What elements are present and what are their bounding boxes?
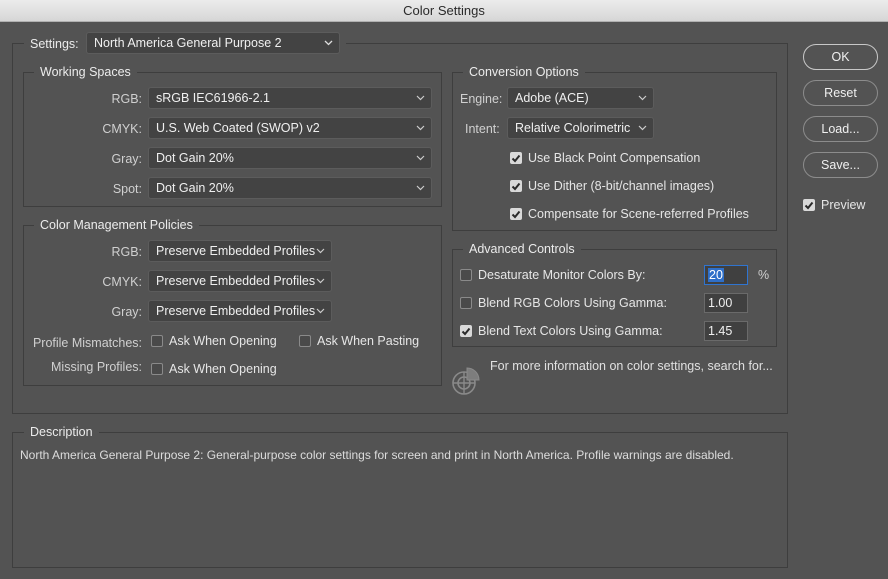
chevron-down-icon — [638, 119, 648, 137]
checkmark-icon — [511, 154, 521, 162]
black-point-checkbox[interactable]: Use Black Point Compensation — [510, 150, 700, 166]
dither-label: Use Dither (8-bit/channel images) — [528, 179, 715, 193]
window-title: Color Settings — [403, 3, 485, 18]
settings-label: Settings: — [30, 37, 79, 51]
ws-rgb-select[interactable]: sRGB IEC61966-2.1 — [148, 87, 432, 109]
checkmark-icon — [461, 327, 471, 335]
chevron-down-icon — [316, 242, 326, 260]
chevron-down-icon — [638, 89, 648, 107]
checkbox-box[interactable] — [510, 180, 522, 192]
chevron-down-icon — [316, 302, 326, 320]
title-bar: Color Settings — [0, 0, 888, 22]
reset-button[interactable]: Reset — [803, 80, 878, 106]
engine-select[interactable]: Adobe (ACE) — [507, 87, 654, 109]
blend-rgb-label: Blend RGB Colors Using Gamma: — [478, 296, 667, 310]
policy-gray-select[interactable]: Preserve Embedded Profiles — [148, 300, 332, 322]
load-button[interactable]: Load... — [803, 116, 878, 142]
working-spaces-title: Working Spaces — [34, 64, 137, 80]
blend-text-input[interactable]: 1.45 — [704, 321, 748, 341]
mismatch-ask-opening-label: Ask When Opening — [169, 334, 277, 348]
description-title: Description — [24, 424, 99, 440]
ws-cmyk-value: U.S. Web Coated (SWOP) v2 — [156, 121, 320, 135]
settings-select-value: North America General Purpose 2 — [94, 36, 282, 50]
blend-text-label: Blend Text Colors Using Gamma: — [478, 324, 663, 338]
missing-ask-opening-checkbox[interactable]: Ask When Opening — [151, 361, 277, 377]
mismatch-ask-pasting-label: Ask When Pasting — [317, 334, 420, 348]
chevron-down-icon — [416, 179, 426, 197]
ws-gray-select[interactable]: Dot Gain 20% — [148, 147, 432, 169]
engine-value: Adobe (ACE) — [515, 91, 589, 105]
desaturate-input[interactable]: 20 — [704, 265, 748, 285]
ws-cmyk-select[interactable]: U.S. Web Coated (SWOP) v2 — [148, 117, 432, 139]
desaturate-value: 20 — [708, 268, 724, 282]
missing-profiles-label: Missing Profiles: — [51, 360, 142, 374]
ws-rgb-value: sRGB IEC61966-2.1 — [156, 91, 270, 105]
black-point-label: Use Black Point Compensation — [528, 151, 701, 165]
policy-rgb-value: Preserve Embedded Profiles — [156, 244, 316, 258]
advanced-title: Advanced Controls — [463, 241, 581, 257]
chevron-down-icon — [416, 149, 426, 167]
desaturate-checkbox[interactable]: Desaturate Monitor Colors By: — [460, 267, 645, 283]
chevron-down-icon — [316, 272, 326, 290]
checkbox-box[interactable] — [460, 269, 472, 281]
policy-cmyk-label: CMYK: — [102, 275, 142, 289]
policy-cmyk-select[interactable]: Preserve Embedded Profiles — [148, 270, 332, 292]
color-settings-info-icon[interactable] — [451, 366, 481, 396]
missing-ask-opening-label: Ask When Opening — [169, 362, 277, 376]
chevron-down-icon — [324, 34, 334, 52]
ws-cmyk-label: CMYK: — [102, 122, 142, 136]
checkbox-box[interactable] — [803, 199, 815, 211]
checkbox-box[interactable] — [460, 325, 472, 337]
percent-unit: % — [758, 268, 770, 282]
checkbox-box[interactable] — [510, 208, 522, 220]
ws-spot-value: Dot Gain 20% — [156, 181, 234, 195]
settings-select[interactable]: North America General Purpose 2 — [86, 32, 340, 54]
ws-rgb-label: RGB: — [111, 92, 142, 106]
intent-value: Relative Colorimetric — [515, 121, 631, 135]
preview-checkbox[interactable]: Preview — [803, 197, 865, 213]
checkmark-icon — [511, 182, 521, 190]
blend-text-value: 1.45 — [708, 324, 733, 338]
policy-gray-label: Gray: — [111, 305, 142, 319]
checkbox-box[interactable] — [460, 297, 472, 309]
profile-mismatches-label: Profile Mismatches: — [32, 336, 142, 350]
mismatch-ask-opening-checkbox[interactable]: Ask When Opening — [151, 333, 277, 349]
info-text[interactable]: For more information on color settings, … — [490, 359, 773, 373]
ws-spot-label: Spot: — [112, 182, 142, 196]
blend-rgb-checkbox[interactable]: Blend RGB Colors Using Gamma: — [460, 295, 667, 311]
policies-title: Color Management Policies — [34, 217, 199, 233]
policy-rgb-label: RGB: — [111, 245, 142, 259]
scene-referred-label: Compensate for Scene-referred Profiles — [528, 207, 749, 221]
checkbox-box[interactable] — [299, 335, 311, 347]
blend-rgb-value: 1.00 — [708, 296, 733, 310]
description-text: North America General Purpose 2: General… — [20, 448, 734, 462]
intent-label: Intent: — [465, 122, 500, 136]
checkmark-icon — [804, 201, 814, 209]
checkbox-box[interactable] — [151, 363, 163, 375]
intent-select[interactable]: Relative Colorimetric — [507, 117, 654, 139]
policy-gray-value: Preserve Embedded Profiles — [156, 304, 316, 318]
ws-spot-select[interactable]: Dot Gain 20% — [148, 177, 432, 199]
chevron-down-icon — [416, 119, 426, 137]
dither-checkbox[interactable]: Use Dither (8-bit/channel images) — [510, 178, 714, 194]
mismatch-ask-pasting-checkbox[interactable]: Ask When Pasting — [299, 333, 419, 349]
checkbox-box[interactable] — [151, 335, 163, 347]
engine-label: Engine: — [460, 92, 503, 106]
checkbox-box[interactable] — [510, 152, 522, 164]
blend-rgb-input[interactable]: 1.00 — [704, 293, 748, 313]
conversion-title: Conversion Options — [463, 64, 585, 80]
checkmark-icon — [511, 210, 521, 218]
policy-cmyk-value: Preserve Embedded Profiles — [156, 274, 316, 288]
chevron-down-icon — [416, 89, 426, 107]
save-button[interactable]: Save... — [803, 152, 878, 178]
blend-text-checkbox[interactable]: Blend Text Colors Using Gamma: — [460, 323, 663, 339]
desaturate-label: Desaturate Monitor Colors By: — [478, 268, 646, 282]
preview-label: Preview — [821, 198, 866, 212]
ws-gray-value: Dot Gain 20% — [156, 151, 234, 165]
policy-rgb-select[interactable]: Preserve Embedded Profiles — [148, 240, 332, 262]
ws-gray-label: Gray: — [111, 152, 142, 166]
scene-referred-checkbox[interactable]: Compensate for Scene-referred Profiles — [510, 206, 749, 222]
ok-button[interactable]: OK — [803, 44, 878, 70]
